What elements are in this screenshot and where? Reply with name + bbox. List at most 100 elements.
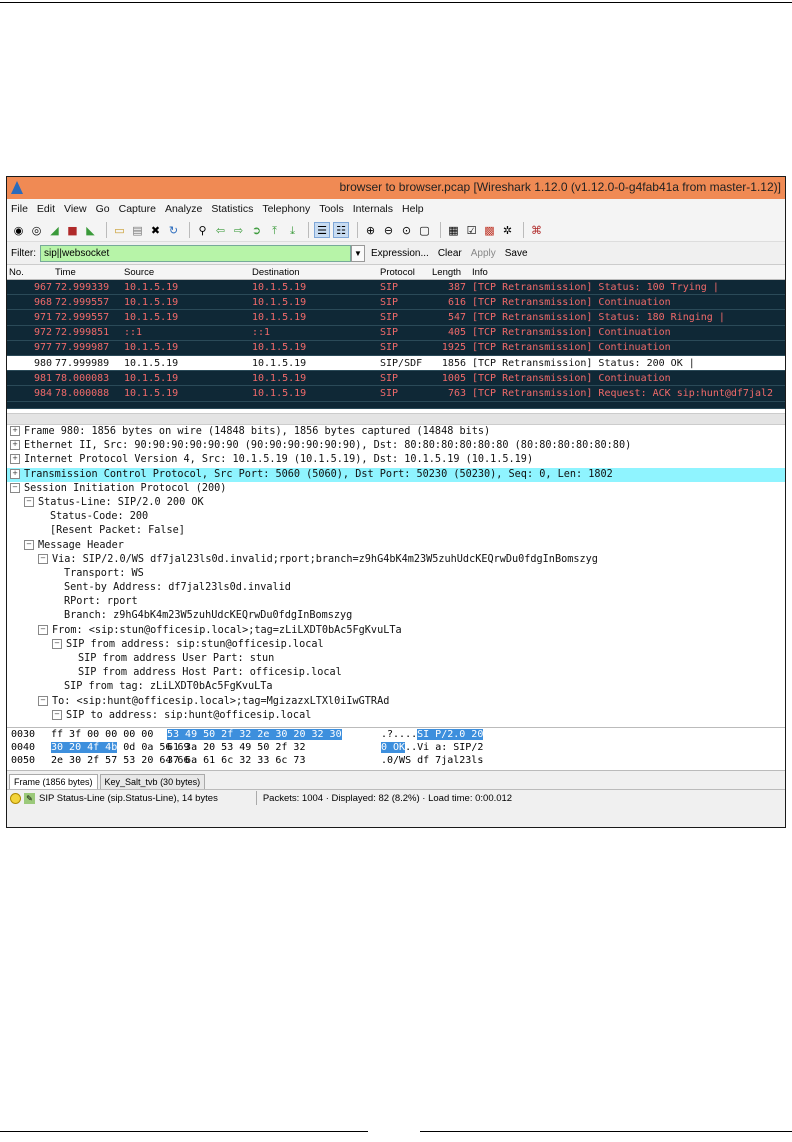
tree-item-from-address[interactable]: − SIP from address: sip:stun@officesip.lo… [7, 638, 785, 652]
help-icon[interactable]: ⌘ [529, 223, 544, 238]
tree-item-from[interactable]: − From: <sip:stun@officesip.local>;tag=zL… [7, 624, 785, 638]
collapse-icon[interactable]: − [38, 695, 48, 706]
packet-row-selected[interactable]: 980 77.999989 10.1.5.19 10.1.5.19 SIP/SD… [7, 355, 785, 372]
stop-capture-icon[interactable]: ■ [65, 223, 80, 238]
menu-tools[interactable]: Tools [319, 203, 344, 215]
column-header-destination[interactable]: Destination [248, 267, 376, 278]
start-capture-icon[interactable]: ◢ [47, 223, 62, 238]
tree-item-from-host[interactable]: SIP from address Host Part: officesip.lo… [7, 666, 785, 680]
menu-statistics[interactable]: Statistics [211, 203, 253, 215]
close-file-icon[interactable]: ✖ [148, 223, 163, 238]
tree-item-frame[interactable]: + Frame 980: 1856 bytes on wire (14848 bi… [7, 425, 785, 439]
collapse-icon[interactable]: − [24, 539, 34, 550]
packet-row[interactable]: 971 72.999557 10.1.5.19 10.1.5.19 SIP 54… [7, 310, 785, 326]
expert-info-icon[interactable] [10, 792, 21, 804]
menu-file[interactable]: File [11, 203, 28, 215]
clear-button[interactable]: Clear [438, 248, 462, 259]
tree-item-status-line[interactable]: − Status-Line: SIP/2.0 200 OK [7, 496, 785, 510]
colorize-icon[interactable]: ☰ [314, 222, 330, 238]
reload-icon[interactable]: ↻ [166, 223, 181, 238]
chevron-down-icon[interactable]: ▼ [351, 244, 365, 262]
hex-row[interactable]: 0050 2e 30 2f 57 53 20 64 66 37 6a 61 6c… [7, 754, 785, 767]
packet-row[interactable]: 967 72.999339 10.1.5.19 10.1.5.19 SIP 38… [7, 280, 785, 296]
tree-item-to[interactable]: − To: <sip:hunt@officesip.local>;tag=Mgiz… [7, 695, 785, 709]
options-icon[interactable]: ◎ [29, 223, 44, 238]
tree-item-sent-by[interactable]: Sent-by Address: df7jal23ls0d.invalid [7, 581, 785, 595]
tree-item-status-code[interactable]: Status-Code: 200 [7, 510, 785, 524]
menu-analyze[interactable]: Analyze [165, 203, 202, 215]
packet-row[interactable]: 984 78.000088 10.1.5.19 10.1.5.19 SIP 76… [7, 386, 785, 402]
display-filter-input[interactable]: sip||websocket [40, 244, 351, 262]
tree-item-ethernet[interactable]: + Ethernet II, Src: 90:90:90:90:90:90 (90… [7, 439, 785, 453]
find-packet-icon[interactable]: ⚲ [195, 223, 210, 238]
column-header-info[interactable]: Info [466, 267, 488, 278]
packet-row[interactable]: 968 72.999557 10.1.5.19 10.1.5.19 SIP 61… [7, 295, 785, 311]
go-back-icon[interactable]: ⇦ [213, 223, 228, 238]
expand-icon[interactable]: + [10, 454, 20, 465]
collapse-icon[interactable]: − [10, 482, 20, 493]
hex-row[interactable]: 0040 30 20 4f 4b 0d 0a 56 69 61 3a 20 53… [7, 741, 785, 754]
tree-item-sip[interactable]: − Session Initiation Protocol (200) [7, 482, 785, 496]
display-filters-icon[interactable]: ☑ [464, 223, 479, 238]
expression-button[interactable]: Expression... [371, 248, 429, 259]
capture-filters-icon[interactable]: ▦ [446, 223, 461, 238]
restart-capture-icon[interactable]: ◣ [83, 223, 98, 238]
tree-item-branch[interactable]: Branch: z9hG4bK4m23W5zuhUdcKEQrwDu0fdgIn… [7, 609, 785, 623]
hex-row[interactable]: 0030 ff 3f 00 00 00 00 53 49 50 2f 32 2e… [7, 728, 785, 741]
coloring-rules-icon[interactable]: ▩ [482, 223, 497, 238]
tree-item-from-tag[interactable]: SIP from tag: zLiLXDT0bAc5FgKvuLTa [7, 680, 785, 694]
tree-item-ipv4[interactable]: + Internet Protocol Version 4, Src: 10.1.… [7, 453, 785, 467]
go-forward-icon[interactable]: ⇨ [231, 223, 246, 238]
zoom-normal-icon[interactable]: ⊙ [399, 223, 414, 238]
collapse-icon[interactable]: − [38, 553, 48, 564]
tree-item-message-header[interactable]: − Message Header [7, 539, 785, 553]
collapse-icon[interactable]: − [24, 496, 34, 507]
collapse-icon[interactable]: − [38, 624, 48, 635]
packet-row-partial[interactable] [7, 401, 785, 409]
expand-icon[interactable]: + [10, 426, 20, 436]
go-first-icon[interactable]: ⤒ [267, 223, 282, 238]
tree-item-tcp[interactable]: + Transmission Control Protocol, Src Port… [7, 467, 785, 482]
menu-internals[interactable]: Internals [353, 203, 393, 215]
packet-row[interactable]: 981 78.000083 10.1.5.19 10.1.5.19 SIP 10… [7, 371, 785, 387]
packet-list-scrollbar[interactable] [7, 413, 785, 425]
auto-scroll-icon[interactable]: ☷ [333, 222, 349, 238]
tree-item-resent[interactable]: [Resent Packet: False] [7, 524, 785, 538]
tab-frame[interactable]: Frame (1856 bytes) [9, 774, 98, 789]
tab-key-salt[interactable]: Key_Salt_tvb (30 bytes) [99, 774, 206, 789]
tree-item-to-address[interactable]: − SIP to address: sip:hunt@officesip.loca… [7, 709, 785, 723]
tree-item-from-user[interactable]: SIP from address User Part: stun [7, 652, 785, 666]
menu-telephony[interactable]: Telephony [262, 203, 310, 215]
resize-columns-icon[interactable]: ▢ [417, 223, 432, 238]
open-file-icon[interactable]: ▭ [112, 223, 127, 238]
preferences-icon[interactable]: ✲ [500, 223, 515, 238]
menu-help[interactable]: Help [402, 203, 424, 215]
interfaces-icon[interactable]: ◉ [11, 223, 26, 238]
menu-edit[interactable]: Edit [37, 203, 55, 215]
column-header-time[interactable]: Time [52, 267, 120, 278]
packet-row[interactable]: 972 72.999851 ::1 ::1 SIP 405 [TCP Retra… [7, 325, 785, 341]
column-header-protocol[interactable]: Protocol [376, 267, 432, 278]
menu-capture[interactable]: Capture [119, 203, 156, 215]
tree-item-rport[interactable]: RPort: rport [7, 595, 785, 609]
collapse-icon[interactable]: − [52, 638, 62, 649]
save-file-icon[interactable]: ▤ [130, 223, 145, 238]
menu-go[interactable]: Go [96, 203, 110, 215]
menu-view[interactable]: View [64, 203, 87, 215]
capture-comment-icon[interactable]: ✎ [24, 792, 35, 804]
save-button[interactable]: Save [505, 248, 528, 259]
apply-button[interactable]: Apply [471, 248, 496, 259]
zoom-out-icon[interactable]: ⊖ [381, 223, 396, 238]
go-to-packet-icon[interactable]: ➲ [249, 223, 264, 238]
tree-item-transport[interactable]: Transport: WS [7, 567, 785, 581]
collapse-icon[interactable]: − [52, 709, 62, 720]
go-last-icon[interactable]: ⤓ [285, 223, 300, 238]
zoom-in-icon[interactable]: ⊕ [363, 223, 378, 238]
column-header-no[interactable]: No. [7, 267, 52, 278]
expand-icon[interactable]: + [10, 468, 20, 479]
column-header-length[interactable]: Length [432, 267, 466, 278]
tree-item-via[interactable]: − Via: SIP/2.0/WS df7jal23ls0d.invalid;rp… [7, 553, 785, 567]
packet-row[interactable]: 977 77.999987 10.1.5.19 10.1.5.19 SIP 19… [7, 340, 785, 356]
expand-icon[interactable]: + [10, 440, 20, 451]
column-header-source[interactable]: Source [120, 267, 248, 278]
